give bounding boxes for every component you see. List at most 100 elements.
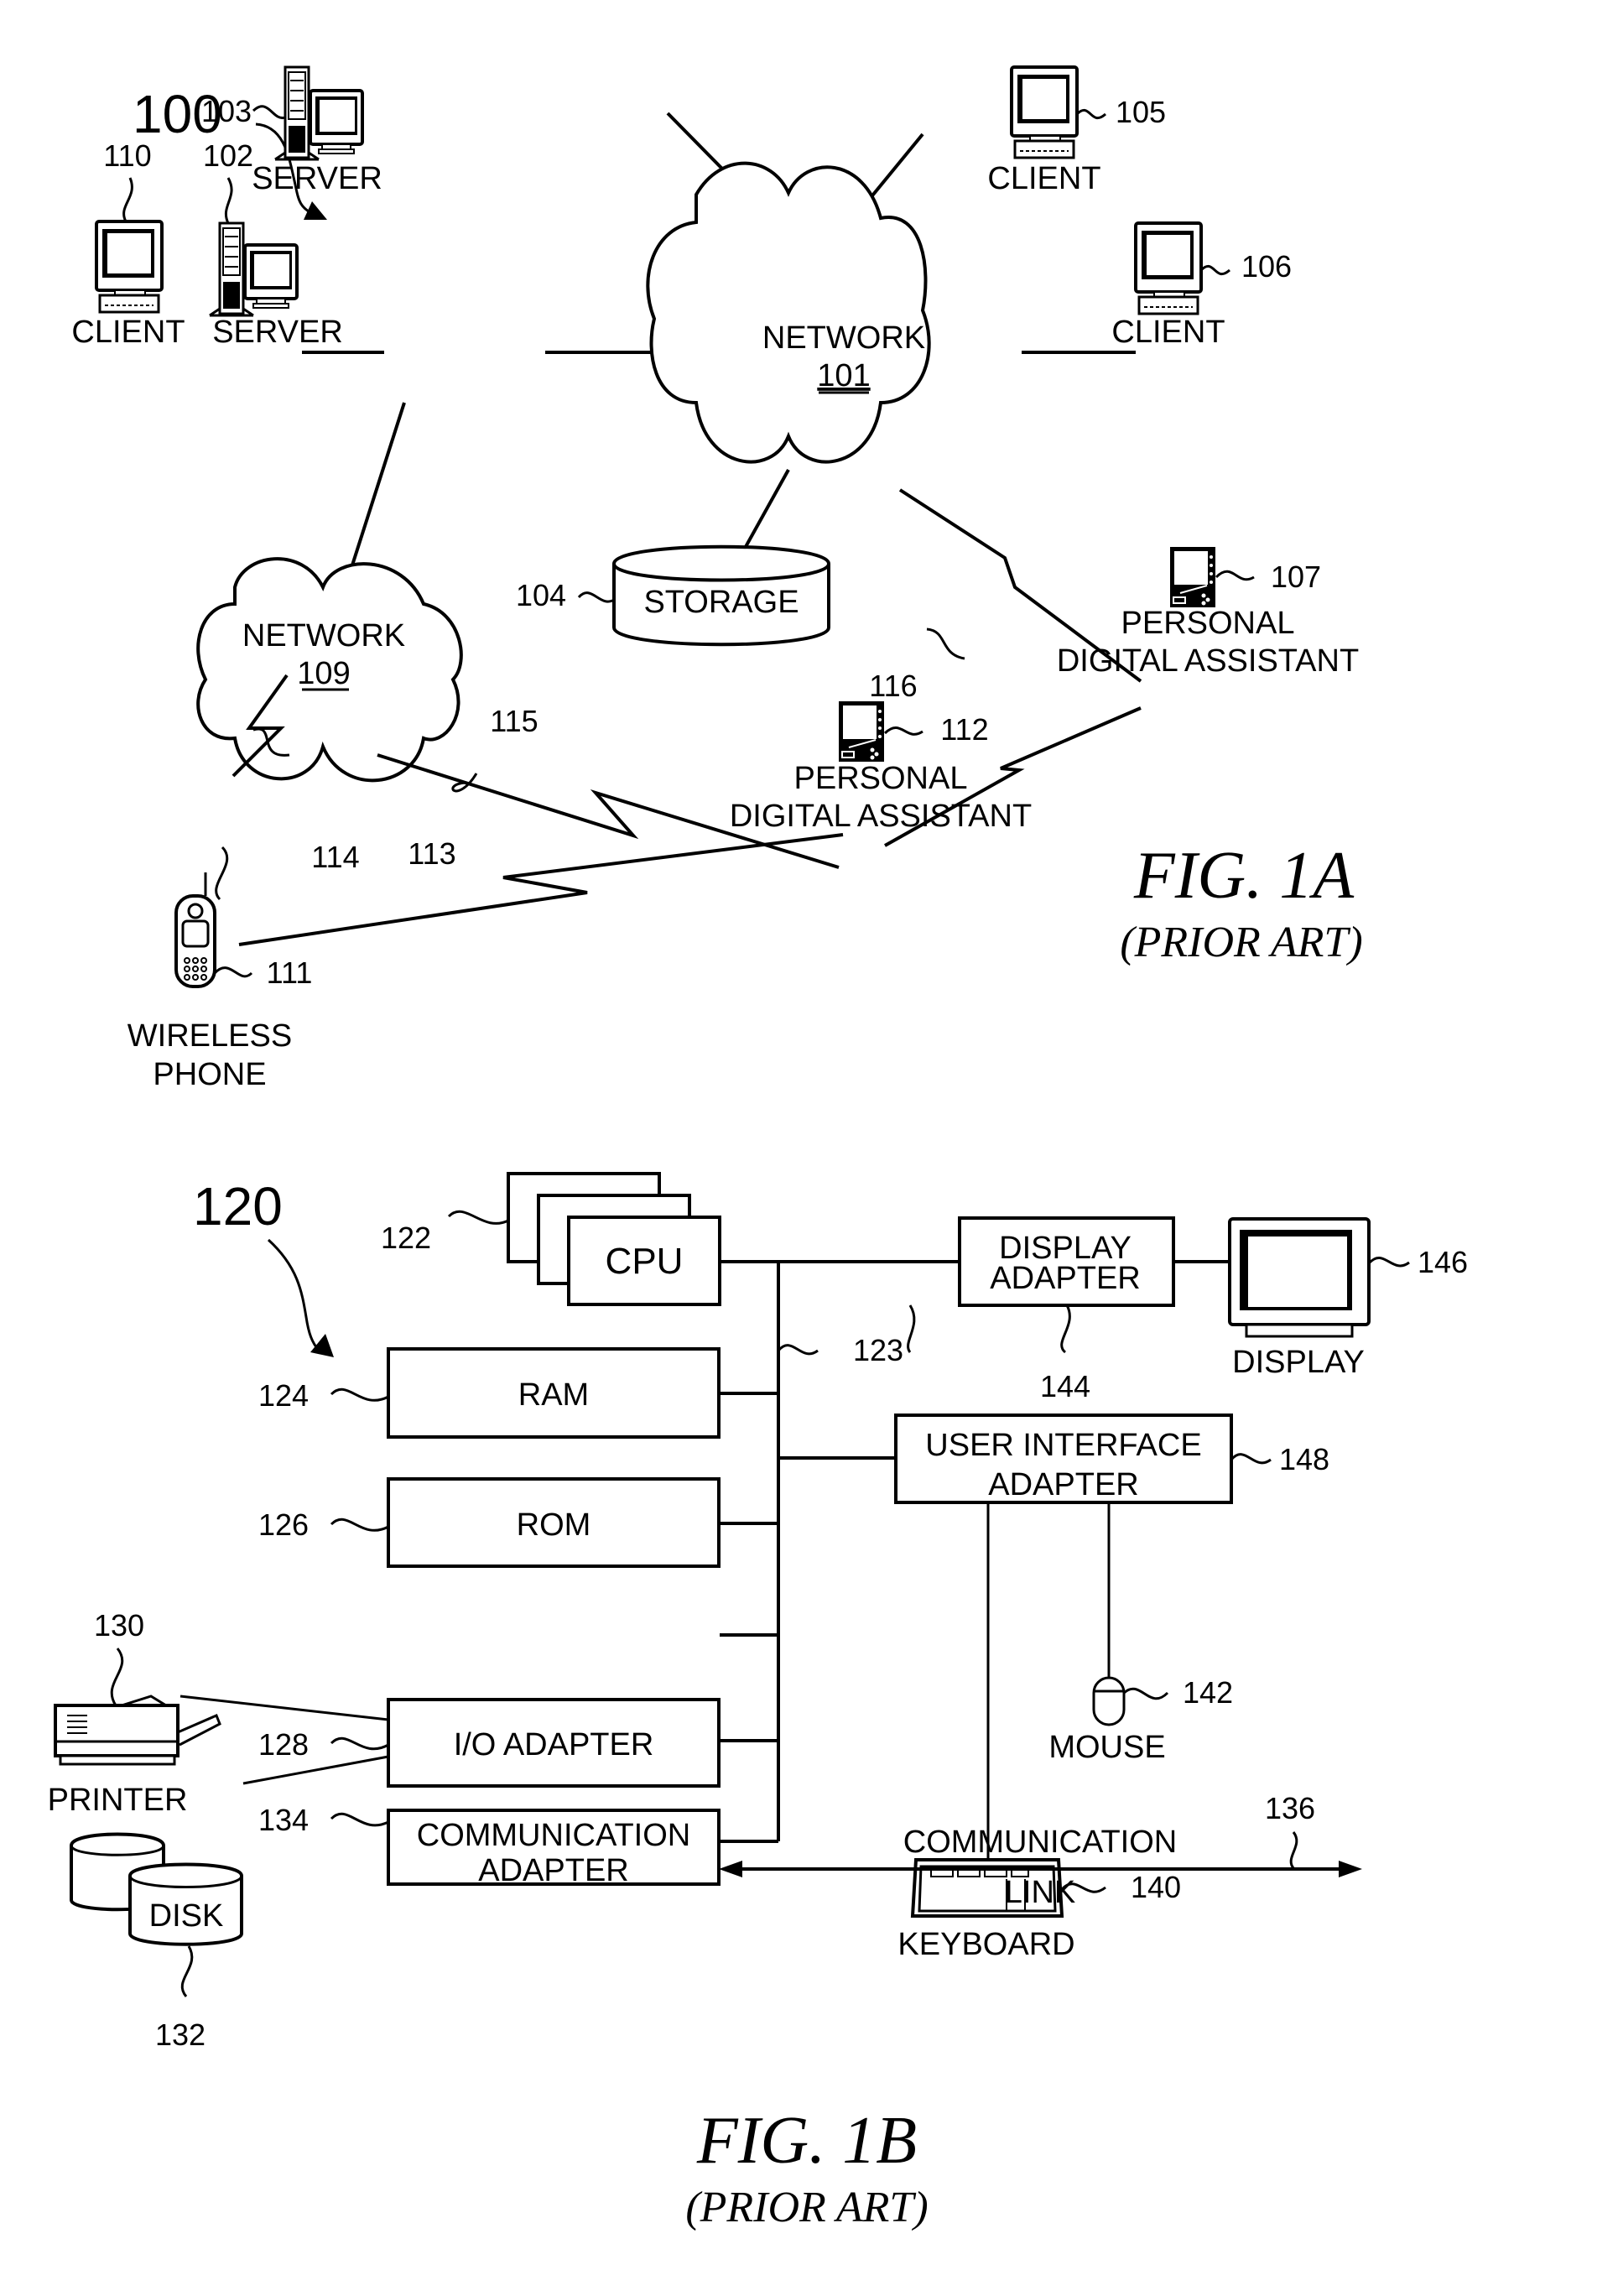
phone-111: 111 WIRELESS PHONE: [127, 872, 312, 1092]
server-103-ref: 103: [201, 94, 252, 128]
figure-1b: 120 123 CPU 122 RAM 124 ROM 126 I/O ADAP…: [48, 1172, 1468, 2231]
mouse-label: MOUSE: [1048, 1730, 1165, 1765]
comm-link-label-2: LINK: [1005, 1875, 1075, 1910]
arrow-right-icon: [1339, 1861, 1362, 1877]
server-102-label: SERVER: [212, 315, 343, 350]
pda-107: 107 PERSONAL DIGITAL ASSISTANT: [1057, 546, 1359, 679]
pda-112-ref: 112: [940, 712, 988, 747]
storage-104-ref: 104: [516, 578, 566, 612]
display-label: DISPLAY: [1232, 1345, 1365, 1380]
link-116-ref: 116: [869, 669, 917, 703]
cpu-ref: 122: [381, 1221, 431, 1255]
wireless-link-101-107: [898, 488, 1142, 683]
comm-link-label-1: COMMUNICATION: [903, 1825, 1178, 1860]
display-ref: 146: [1418, 1245, 1468, 1279]
network-109-label: NETWORK: [242, 618, 405, 653]
client-105-label: CLIENT: [987, 161, 1100, 196]
comm-adapter-label-1: COMMUNICATION: [417, 1818, 691, 1853]
network-109-ref: 109: [297, 656, 350, 691]
storage-104: STORAGE 104: [516, 544, 830, 647]
patent-figure-canvas: 100 NETWORK 101 NETWORK 109 110 CLIENT 1…: [48, 65, 1468, 2231]
pda-icon: [1169, 546, 1216, 608]
comm-adapter-134: COMMUNICATION ADAPTER 134: [258, 1803, 721, 1888]
figure-1b-subtitle: (PRIOR ART): [685, 2184, 928, 2231]
pda-112-label-1: PERSONAL: [794, 761, 968, 796]
ref-arrow-120: [267, 1238, 320, 1351]
pda-icon: [838, 700, 885, 763]
client-computer-icon: [1134, 221, 1203, 315]
phone-111-label-1: WIRELESS: [127, 1018, 292, 1054]
printer-130: 130 PRINTER: [48, 1608, 221, 1818]
display-adapter-144: DISPLAY ADAPTER 144: [907, 1216, 1175, 1403]
display-adapter-label-2: ADAPTER: [990, 1261, 1140, 1296]
link-115-ref: 115: [490, 704, 538, 738]
ui-adapter-ref: 148: [1279, 1442, 1329, 1476]
comm-link-136: COMMUNICATION LINK 136: [719, 1791, 1362, 1910]
comm-link-ref: 136: [1265, 1791, 1315, 1825]
bus-123-ref: 123: [853, 1333, 903, 1367]
figure-1b-title: FIG. 1B: [696, 2104, 917, 2178]
client-110-label: CLIENT: [71, 315, 185, 350]
client-110-ref: 110: [103, 138, 151, 173]
disk-ref: 132: [155, 2017, 206, 2052]
client-106-ref: 106: [1241, 249, 1292, 284]
cpu-122: CPU 122: [381, 1172, 721, 1306]
comm-adapter-label-2: ADAPTER: [478, 1853, 628, 1888]
comm-adapter-ref: 134: [258, 1803, 309, 1837]
client-106: 106 CLIENT: [1111, 221, 1292, 350]
keyboard-ref: 140: [1131, 1870, 1181, 1904]
ram-label: RAM: [518, 1377, 589, 1413]
system-bus: 123: [720, 1260, 960, 1843]
link-114-ref: 114: [311, 840, 359, 874]
pda-112-label-2: DIGITAL ASSISTANT: [730, 799, 1032, 834]
network-109: NETWORK 109: [196, 557, 463, 783]
pda-107-label-1: PERSONAL: [1121, 606, 1295, 641]
phone-111-label-2: PHONE: [153, 1057, 266, 1092]
io-adapter-ref: 128: [258, 1727, 309, 1762]
mouse-142: 142 MOUSE: [1048, 1675, 1233, 1765]
server-103-label: SERVER: [252, 161, 382, 196]
mouse-ref: 142: [1183, 1675, 1233, 1710]
network-101: NETWORK 101: [646, 161, 931, 464]
io-adapter-128: I/O ADAPTER 128: [179, 1695, 721, 1788]
client-computer-icon: [1010, 65, 1079, 159]
leader-144: [1060, 1304, 1071, 1354]
storage-104-label: STORAGE: [643, 585, 799, 620]
server-103: 103 SERVER: [201, 65, 382, 196]
arrow-left-icon: [719, 1861, 742, 1877]
pda-107-label-2: DIGITAL ASSISTANT: [1057, 643, 1359, 679]
printer-ref: 130: [94, 1608, 144, 1643]
figure-ref-120: 120: [193, 1176, 283, 1237]
rom-126: ROM 126: [258, 1477, 721, 1568]
client-computer-icon: [95, 220, 164, 314]
server-monitor-icon: [309, 89, 364, 155]
keyboard-label: KEYBOARD: [897, 1927, 1074, 1962]
client-110: 110 CLIENT: [71, 138, 185, 350]
ui-adapter-label-1: USER INTERFACE: [925, 1428, 1201, 1463]
printer-icon: [54, 1704, 179, 1757]
figure-1a-title: FIG. 1A: [1133, 839, 1355, 913]
rom-label: ROM: [517, 1507, 591, 1543]
disk-132: DISK 132: [70, 1832, 243, 2052]
network-101-ref: 101: [817, 358, 870, 393]
server-monitor-icon: [243, 243, 299, 310]
printer-label: PRINTER: [48, 1783, 188, 1818]
client-105-ref: 105: [1116, 95, 1166, 129]
server-102-ref: 102: [203, 138, 253, 173]
display-adapter-ref: 144: [1040, 1369, 1090, 1403]
pda-107-ref: 107: [1271, 560, 1321, 594]
figure-1a: 100 NETWORK 101 NETWORK 109 110 CLIENT 1…: [71, 65, 1363, 1092]
cpu-label: CPU: [606, 1241, 684, 1282]
network-101-label: NETWORK: [762, 320, 925, 356]
disk-label: DISK: [149, 1898, 224, 1934]
client-106-label: CLIENT: [1111, 315, 1225, 350]
link-113-ref: 113: [408, 836, 455, 871]
io-adapter-label: I/O ADAPTER: [454, 1727, 654, 1762]
figure-1a-subtitle: (PRIOR ART): [1120, 919, 1362, 966]
pda-112: 112 PERSONAL DIGITAL ASSISTANT: [730, 700, 1032, 834]
mouse-icon: [1092, 1676, 1126, 1726]
client-105: 105 CLIENT: [987, 65, 1166, 196]
display-146: 146 DISPLAY: [1173, 1217, 1468, 1380]
rom-ref: 126: [258, 1507, 309, 1542]
ui-adapter-label-2: ADAPTER: [988, 1467, 1138, 1502]
